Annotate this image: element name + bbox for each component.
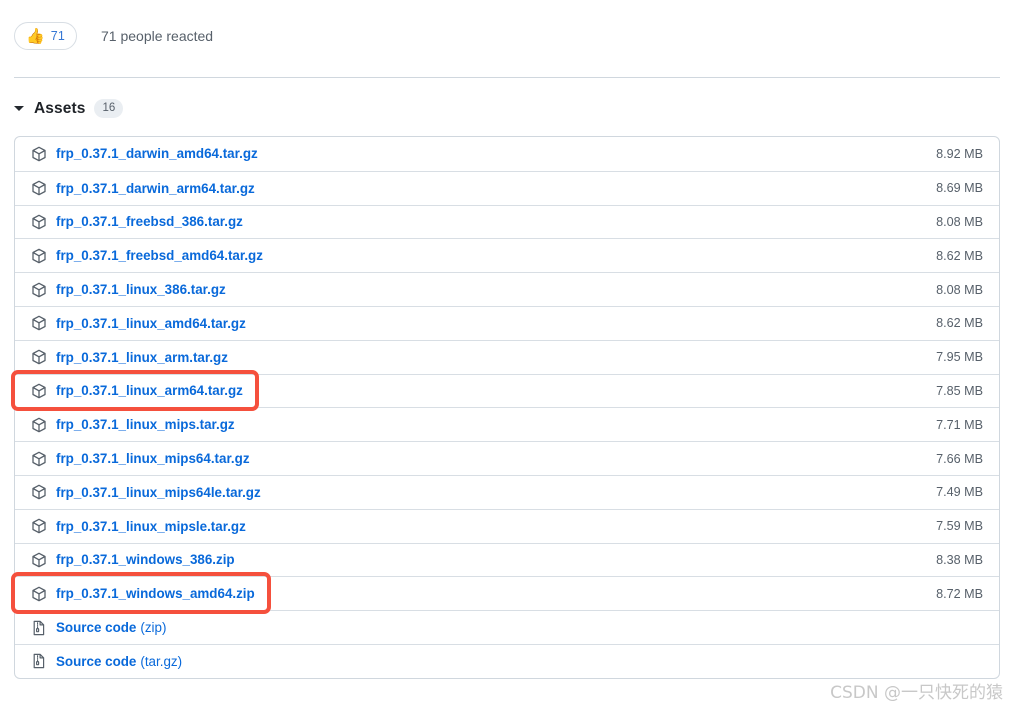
asset-name-link[interactable]: frp_0.37.1_linux_arm.tar.gz — [56, 350, 228, 365]
asset-row[interactable]: frp_0.37.1_linux_386.tar.gz 8.08 MB — [15, 272, 999, 306]
package-icon — [31, 146, 47, 162]
asset-size: 7.59 MB — [936, 519, 983, 534]
assets-list: frp_0.37.1_darwin_amd64.tar.gz 8.92 MB frp… — [14, 136, 1000, 679]
file-zip-icon — [31, 653, 47, 669]
asset-name-link[interactable]: frp_0.37.1_linux_mips64le.tar.gz — [56, 485, 261, 500]
asset-size: 8.08 MB — [936, 214, 983, 229]
reaction-count: 71 — [50, 29, 65, 43]
section-divider — [14, 77, 1000, 78]
asset-size: 7.95 MB — [936, 350, 983, 365]
assets-title: Assets — [34, 99, 86, 117]
thumbs-up-icon: 👍 — [26, 27, 45, 45]
caret-down-icon[interactable] — [14, 106, 24, 111]
asset-row[interactable]: frp_0.37.1_linux_amd64.tar.gz 8.62 MB — [15, 305, 999, 340]
asset-row[interactable]: frp_0.37.1_linux_arm64.tar.gz 7.85 MB — [15, 373, 999, 408]
asset-size: 8.92 MB — [936, 146, 983, 161]
asset-size: 7.85 MB — [936, 383, 983, 398]
asset-name-suffix[interactable]: (tar.gz) — [140, 654, 182, 669]
asset-name-link[interactable]: frp_0.37.1_linux_mipsle.tar.gz — [56, 519, 246, 534]
package-icon — [31, 484, 47, 500]
asset-size: 7.66 MB — [936, 451, 983, 466]
asset-size: 8.08 MB — [936, 282, 983, 297]
asset-name-link[interactable]: frp_0.37.1_linux_386.tar.gz — [56, 282, 226, 297]
package-icon — [31, 315, 47, 331]
asset-name-link[interactable]: frp_0.37.1_linux_amd64.tar.gz — [56, 316, 246, 331]
asset-row[interactable]: frp_0.37.1_windows_amd64.zip 8.72 MB — [15, 576, 999, 610]
asset-row[interactable]: frp_0.37.1_windows_386.zip 8.38 MB — [15, 542, 999, 577]
asset-row[interactable]: frp_0.37.1_linux_mipsle.tar.gz 7.59 MB — [15, 508, 999, 543]
package-icon — [31, 248, 47, 264]
asset-name-link[interactable]: Source code — [56, 654, 136, 669]
package-icon — [31, 451, 47, 467]
asset-row[interactable]: frp_0.37.1_freebsd_386.tar.gz 8.08 MB — [15, 204, 999, 239]
asset-name-suffix[interactable]: (zip) — [140, 620, 166, 635]
asset-size: 7.49 MB — [936, 485, 983, 500]
package-icon — [31, 586, 47, 602]
package-icon — [31, 180, 47, 196]
asset-name-link[interactable]: frp_0.37.1_freebsd_386.tar.gz — [56, 214, 243, 229]
asset-row[interactable]: frp_0.37.1_darwin_amd64.tar.gz 8.92 MB — [15, 137, 999, 171]
reactions-bar: 👍 71 71 people reacted — [14, 22, 213, 50]
asset-name-link[interactable]: frp_0.37.1_windows_386.zip — [56, 552, 235, 567]
asset-name-link[interactable]: frp_0.37.1_linux_mips64.tar.gz — [56, 451, 250, 466]
asset-row[interactable]: Source code (zip) — [15, 610, 999, 644]
package-icon — [31, 282, 47, 298]
package-icon — [31, 214, 47, 230]
asset-size: 8.62 MB — [936, 248, 983, 263]
asset-name-link[interactable]: Source code — [56, 620, 136, 635]
asset-size: 8.38 MB — [936, 552, 983, 567]
assets-section-toggle[interactable]: Assets 16 — [14, 99, 124, 118]
asset-name-link[interactable]: frp_0.37.1_darwin_amd64.tar.gz — [56, 146, 258, 161]
asset-row[interactable]: frp_0.37.1_darwin_arm64.tar.gz 8.69 MB — [15, 170, 999, 205]
asset-row[interactable]: frp_0.37.1_linux_mips64le.tar.gz 7.49 MB — [15, 474, 999, 509]
package-icon — [31, 417, 47, 433]
asset-size: 8.72 MB — [936, 586, 983, 601]
asset-name-link[interactable]: frp_0.37.1_darwin_arm64.tar.gz — [56, 181, 255, 196]
asset-row[interactable]: frp_0.37.1_linux_mips.tar.gz 7.71 MB — [15, 407, 999, 441]
asset-name-link[interactable]: frp_0.37.1_freebsd_amd64.tar.gz — [56, 248, 263, 263]
reaction-summary: 71 people reacted — [101, 28, 214, 44]
asset-row[interactable]: frp_0.37.1_freebsd_amd64.tar.gz 8.62 MB — [15, 238, 999, 272]
asset-row[interactable]: frp_0.37.1_linux_mips64.tar.gz 7.66 MB — [15, 441, 999, 475]
asset-name-link[interactable]: frp_0.37.1_windows_amd64.zip — [56, 586, 255, 601]
package-icon — [31, 518, 47, 534]
asset-size: 8.62 MB — [936, 316, 983, 331]
package-icon — [31, 383, 47, 399]
assets-count-badge: 16 — [94, 99, 124, 118]
package-icon — [31, 349, 47, 365]
file-zip-icon — [31, 620, 47, 636]
thumbs-up-reaction-button[interactable]: 👍 71 — [14, 22, 77, 50]
asset-size: 8.69 MB — [936, 181, 983, 196]
package-icon — [31, 552, 47, 568]
csdn-watermark: CSDN @一只快死的猿 — [830, 683, 1003, 703]
asset-name-link[interactable]: frp_0.37.1_linux_mips.tar.gz — [56, 417, 235, 432]
asset-size: 7.71 MB — [936, 417, 983, 432]
asset-name-link[interactable]: frp_0.37.1_linux_arm64.tar.gz — [56, 383, 243, 398]
asset-row[interactable]: frp_0.37.1_linux_arm.tar.gz 7.95 MB — [15, 339, 999, 374]
asset-row[interactable]: Source code (tar.gz) — [15, 643, 999, 678]
